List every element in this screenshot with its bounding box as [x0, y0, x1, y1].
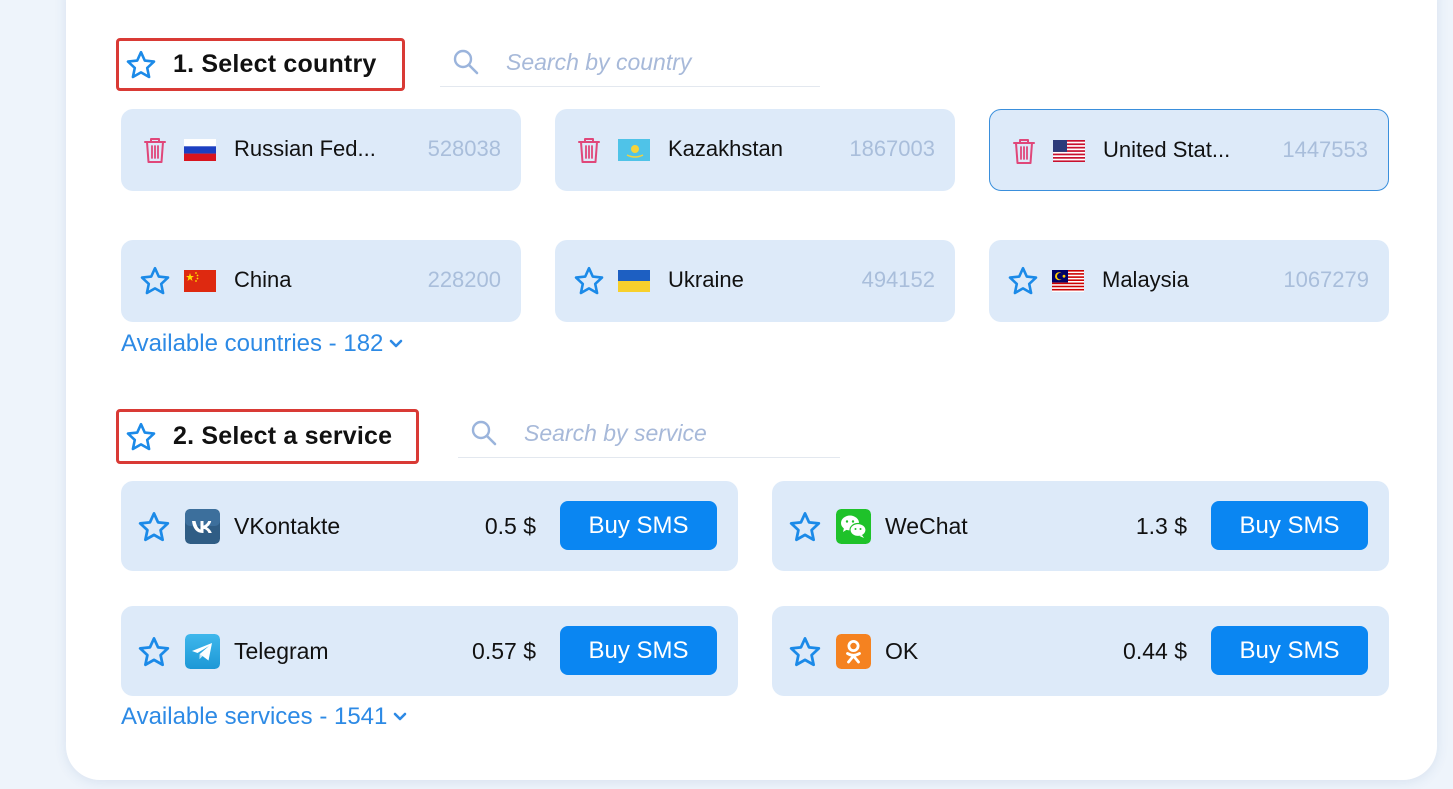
service-price: 0.57 $ [472, 638, 536, 664]
buy-sms-button[interactable]: Buy SMS [1211, 501, 1368, 550]
country-tile-russia[interactable]: Russian Fed... 528038 [121, 109, 521, 191]
country-search-input[interactable] [504, 47, 808, 77]
select-service-heading: 2. Select a service [116, 409, 419, 464]
available-countries-toggle[interactable]: Available countries - 182 [121, 330, 403, 358]
service-price: 0.5 $ [484, 513, 536, 539]
service-search [458, 409, 840, 458]
country-tile-malaysia[interactable]: Malaysia 1067279 [989, 240, 1389, 322]
service-name: Telegram [234, 638, 329, 664]
available-services-label: Available services - 1541 [121, 703, 388, 730]
service-name: OK [885, 638, 919, 664]
trash-icon[interactable] [139, 134, 171, 166]
country-count: 228200 [427, 267, 501, 292]
country-tile-kazakhstan[interactable]: Kazakhstan 1867003 [555, 109, 955, 191]
country-search [440, 38, 820, 87]
service-tile-telegram: Telegram 0.57 $ Buy SMS [121, 606, 738, 696]
country-name: United Stat... [1103, 137, 1231, 162]
country-count: 1067279 [1283, 267, 1369, 292]
usa-flag-icon [1053, 140, 1085, 162]
service-tile-wechat: WeChat 1.3 $ Buy SMS [772, 481, 1389, 571]
country-name: Russian Fed... [234, 136, 376, 161]
available-countries-label: Available countries - 182 [121, 330, 384, 357]
star-icon[interactable] [788, 635, 822, 669]
vk-logo-icon [185, 509, 220, 544]
service-price: 0.44 $ [1123, 638, 1187, 664]
china-flag-icon [184, 270, 216, 292]
select-country-heading: 1. Select country [116, 38, 405, 91]
star-icon[interactable] [137, 510, 171, 544]
buy-sms-button[interactable]: Buy SMS [560, 626, 717, 675]
star-icon[interactable] [1007, 265, 1039, 297]
country-tile-china[interactable]: China 228200 [121, 240, 521, 322]
telegram-logo-icon [185, 634, 220, 669]
trash-icon[interactable] [573, 134, 605, 166]
country-count: 1867003 [849, 136, 935, 161]
select-country-title: 1. Select country [173, 50, 377, 78]
country-tile-ukraine[interactable]: Ukraine 494152 [555, 240, 955, 322]
ukraine-flag-icon [618, 270, 650, 292]
country-tile-usa[interactable]: United Stat... 1447553 [989, 109, 1389, 191]
service-name: VKontakte [234, 513, 341, 539]
wechat-logo-icon [836, 509, 871, 544]
trash-icon[interactable] [1008, 135, 1040, 167]
service-search-input[interactable] [522, 418, 826, 448]
service-tile-vkontakte: VKontakte 0.5 $ Buy SMS [121, 481, 738, 571]
country-name: Ukraine [668, 267, 744, 292]
search-icon [470, 419, 498, 447]
country-name: Malaysia [1102, 267, 1189, 292]
select-service-title: 2. Select a service [173, 422, 393, 450]
service-tile-ok: OK 0.44 $ Buy SMS [772, 606, 1389, 696]
country-name: China [234, 267, 292, 292]
service-price: 1.3 $ [1135, 513, 1187, 539]
buy-sms-button[interactable]: Buy SMS [1211, 626, 1368, 675]
star-icon[interactable] [573, 265, 605, 297]
available-services-toggle[interactable]: Available services - 1541 [121, 703, 407, 731]
malaysia-flag-icon [1052, 270, 1084, 292]
star-icon[interactable] [125, 421, 157, 453]
star-icon[interactable] [137, 635, 171, 669]
star-icon[interactable] [788, 510, 822, 544]
chevron-down-icon [389, 339, 403, 349]
kazakhstan-flag-icon [618, 139, 650, 161]
chevron-down-icon [393, 712, 407, 722]
country-count: 494152 [861, 267, 935, 292]
star-icon[interactable] [125, 49, 157, 81]
buy-sms-button[interactable]: Buy SMS [560, 501, 717, 550]
star-icon[interactable] [139, 265, 171, 297]
country-count: 528038 [427, 136, 501, 161]
search-icon [452, 48, 480, 76]
russia-flag-icon [184, 139, 216, 161]
ok-logo-icon [836, 634, 871, 669]
service-name: WeChat [885, 513, 968, 539]
country-name: Kazakhstan [668, 136, 783, 161]
country-count: 1447553 [1282, 137, 1368, 162]
